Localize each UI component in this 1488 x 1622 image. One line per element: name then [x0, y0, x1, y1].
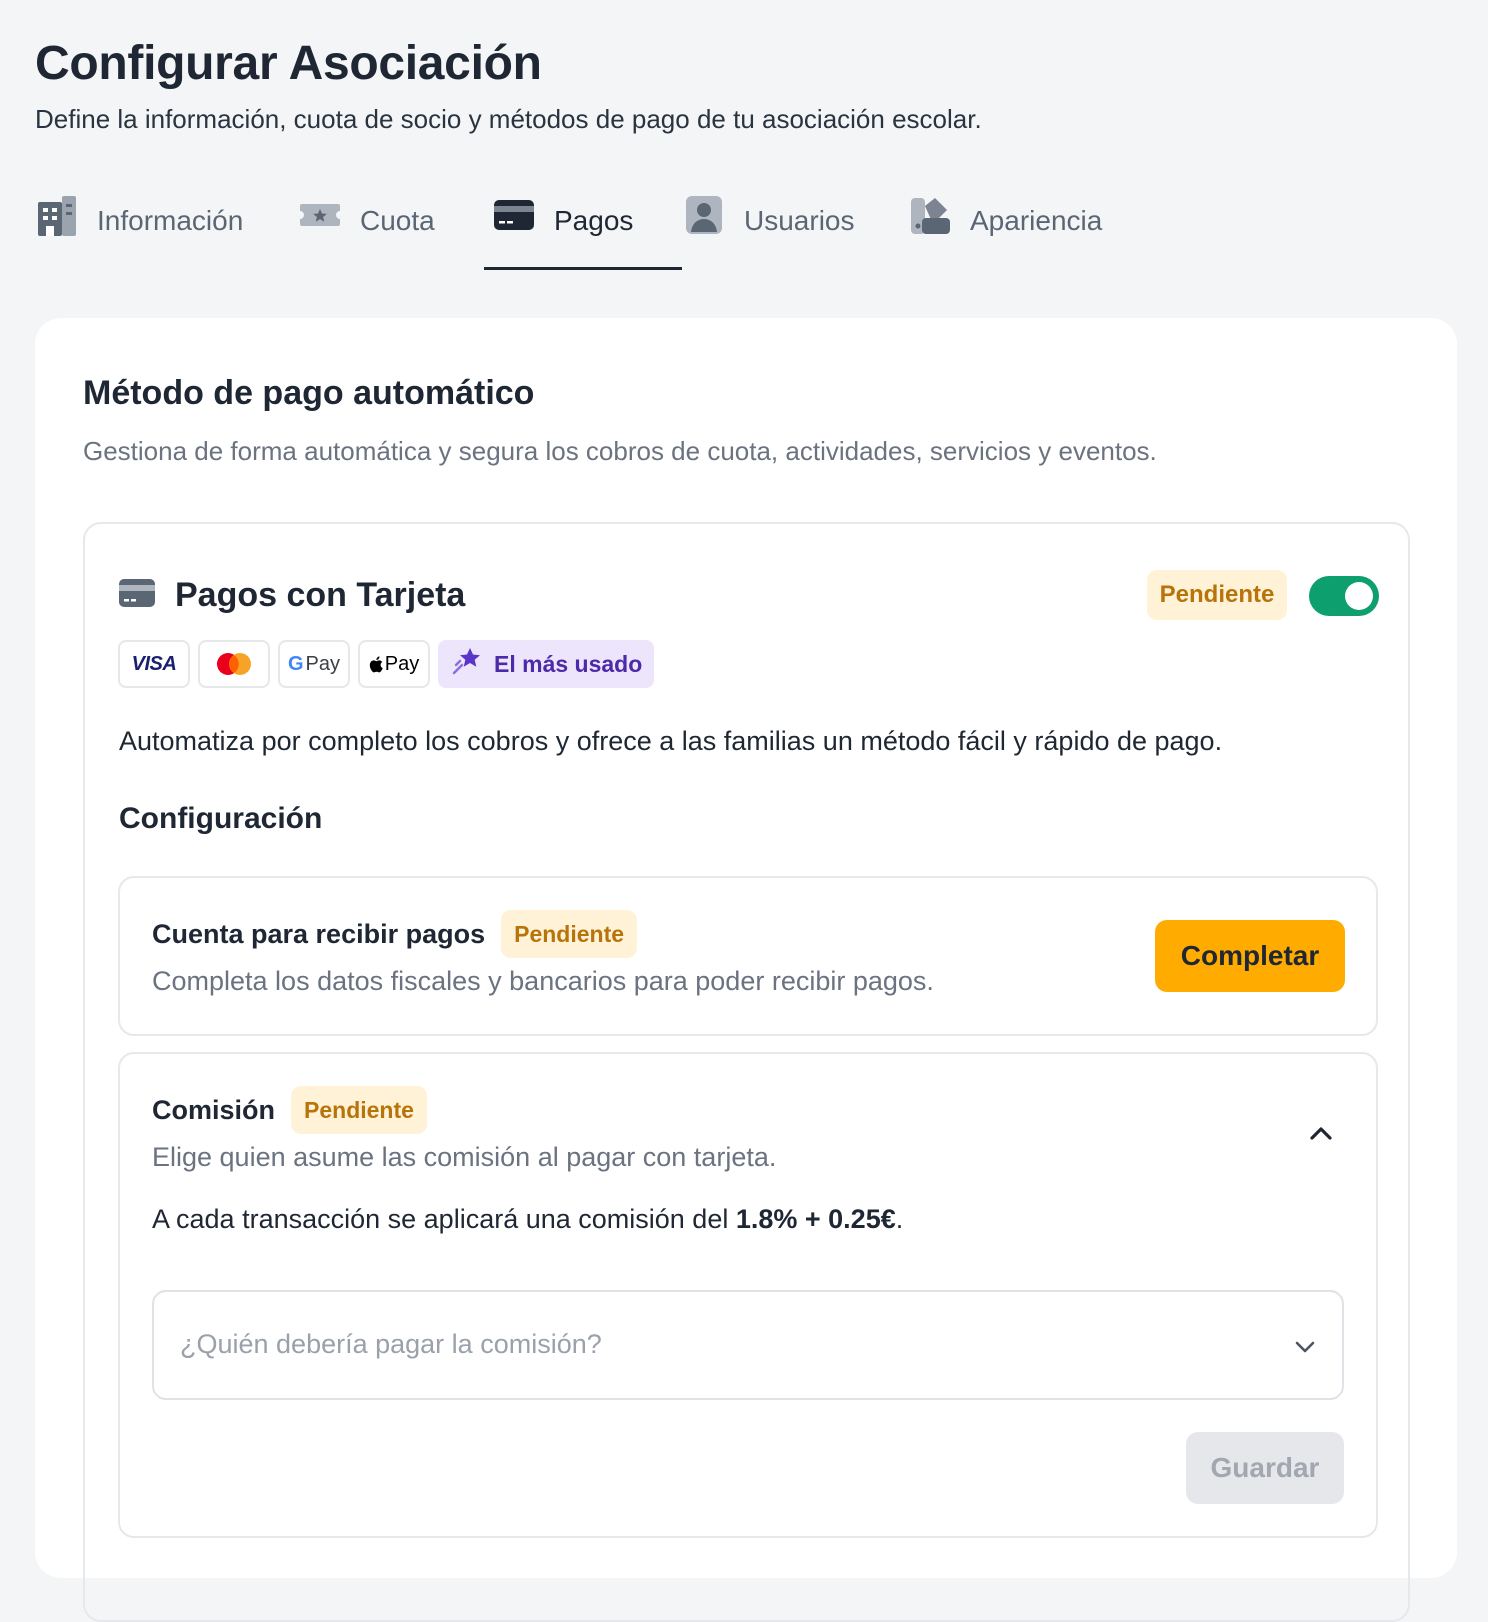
google-pay-logo: G Pay — [278, 640, 350, 688]
commission-payer-placeholder: ¿Quién debería pagar la comisión? — [180, 1329, 602, 1359]
tab-usuarios-label: Usuarios — [744, 205, 855, 236]
sparkle-star-icon — [452, 647, 482, 681]
card-payments-title: Pagos con Tarjeta — [175, 576, 466, 614]
save-button[interactable]: Guardar — [1186, 1432, 1344, 1504]
tab-cuota-label: Cuota — [360, 205, 435, 236]
commission-title: Comisión — [152, 1094, 276, 1125]
status-badge: Pendiente — [501, 910, 638, 958]
card-payments-header: Pagos con Tarjeta — [119, 576, 465, 615]
credit-card-icon — [119, 578, 155, 613]
mastercard-logo — [198, 640, 270, 688]
user-icon — [682, 192, 726, 236]
tab-apariencia-label: Apariencia — [970, 205, 1103, 236]
visa-logo: VISA — [118, 640, 190, 688]
most-used-label: El más usado — [494, 650, 643, 677]
fee-value: 1.8% + 0.25€ — [735, 1204, 896, 1234]
page-title: Configurar Asociación — [35, 37, 542, 90]
commission-description: Elige quien asume las comisión al pagar … — [152, 1142, 777, 1172]
tab-informacion[interactable]: Información — [35, 196, 298, 270]
palette-icon — [908, 192, 952, 236]
payments-card: Método de pago automático Gestiona de fo… — [35, 318, 1457, 1622]
section-description: Gestiona de forma automática y segura lo… — [83, 436, 1157, 466]
payout-account-title: Cuenta para recibir pagos — [152, 918, 486, 949]
toggle-knob — [1345, 582, 1373, 610]
commission-fee-text: A cada transacción se aplicará una comis… — [152, 1204, 903, 1235]
tab-informacion-label: Información — [97, 205, 244, 236]
most-used-badge: El más usado — [438, 640, 655, 688]
fee-prefix: A cada transacción se aplicará una comis… — [152, 1204, 736, 1234]
configuration-title: Configuración — [119, 802, 323, 835]
complete-button[interactable]: Completar — [1155, 920, 1345, 992]
tab-usuarios[interactable]: Usuarios — [682, 196, 908, 270]
chevron-down-icon — [1290, 1332, 1320, 1362]
payment-logos: VISA G Pay Pay El más usado — [118, 640, 655, 688]
tab-apariencia[interactable]: Apariencia — [908, 196, 1138, 270]
section-title: Método de pago automático — [83, 374, 535, 412]
page-subtitle: Define la información, cuota de socio y … — [35, 104, 982, 134]
building-icon — [35, 192, 79, 236]
ticket-icon — [298, 192, 342, 236]
card-payments-description: Automatiza por completo los cobros y ofr… — [119, 726, 1223, 756]
tab-pagos[interactable]: Pagos — [484, 196, 682, 270]
commission-box: Comisión Pendiente Elige quien asume las… — [118, 1052, 1378, 1538]
tab-pagos-label: Pagos — [554, 205, 634, 236]
apple-icon — [369, 655, 383, 672]
fee-suffix: . — [895, 1204, 904, 1234]
status-badge: Pendiente — [291, 1086, 427, 1134]
chevron-up-icon[interactable] — [1306, 1118, 1336, 1148]
status-badge: Pendiente — [1147, 570, 1287, 620]
payout-account-header: Cuenta para recibir pagos Pendiente — [152, 910, 638, 958]
credit-card-icon — [492, 192, 536, 236]
payout-account-box: Cuenta para recibir pagos Pendiente Comp… — [118, 876, 1378, 1036]
apple-pay-text: Pay — [384, 652, 420, 675]
google-g-icon: G — [287, 652, 304, 675]
card-payments-toggle[interactable] — [1309, 576, 1379, 616]
visa-logo-text: VISA — [131, 652, 177, 675]
commission-payer-select[interactable]: ¿Quién debería pagar la comisión? — [152, 1290, 1344, 1400]
payout-account-description: Completa los datos fiscales y bancarios … — [152, 966, 934, 996]
card-payments-box: Pagos con Tarjeta Pendiente VISA G Pay P… — [83, 522, 1410, 1622]
tab-cuota[interactable]: Cuota — [298, 196, 488, 270]
apple-pay-logo: Pay — [358, 640, 430, 688]
tab-bar: Información Cuota Pagos Usuarios Aparien… — [35, 196, 1138, 270]
commission-header: Comisión Pendiente — [152, 1086, 427, 1134]
google-pay-text: Pay — [305, 652, 341, 675]
